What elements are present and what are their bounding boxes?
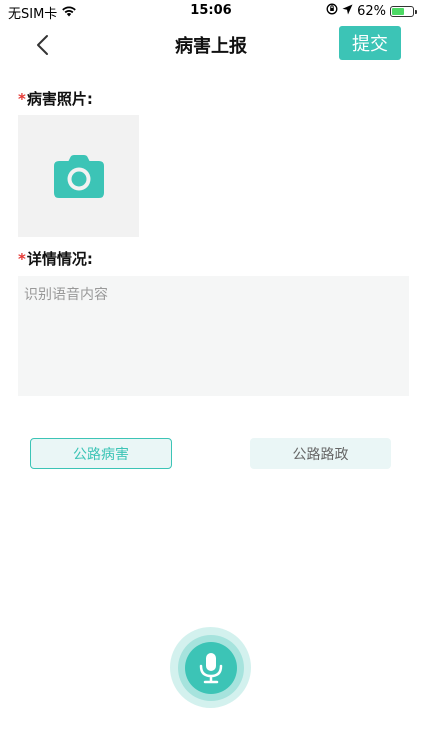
battery-percent: 62% <box>357 3 386 19</box>
detail-textarea[interactable] <box>18 276 409 396</box>
photo-label-text: 病害照片: <box>26 90 93 108</box>
status-bar: 无SIM卡 15:06 62% <box>0 0 422 22</box>
submit-button[interactable]: 提交 <box>339 26 401 60</box>
location-arrow-icon <box>342 4 353 19</box>
detail-label-text: 详情情况: <box>26 250 93 268</box>
mic-ring <box>177 634 244 701</box>
orientation-lock-icon <box>326 3 338 19</box>
voice-input-button[interactable] <box>170 627 251 708</box>
mic-core <box>184 641 237 694</box>
required-star: * <box>18 250 26 268</box>
photo-upload-box[interactable] <box>18 115 139 237</box>
status-right: 62% <box>326 3 417 19</box>
category-road-administration-button[interactable]: 公路路政 <box>250 438 391 469</box>
microphone-icon <box>199 652 222 683</box>
nav-bar: 病害上报 提交 <box>0 22 422 66</box>
photo-label: *病害照片: <box>18 88 93 109</box>
category-road-defect-button[interactable]: 公路病害 <box>30 438 172 469</box>
battery-level-fill <box>392 7 405 15</box>
battery-icon <box>390 5 417 17</box>
required-star: * <box>18 90 26 108</box>
camera-icon <box>53 155 104 198</box>
detail-label: *详情情况: <box>18 248 93 269</box>
